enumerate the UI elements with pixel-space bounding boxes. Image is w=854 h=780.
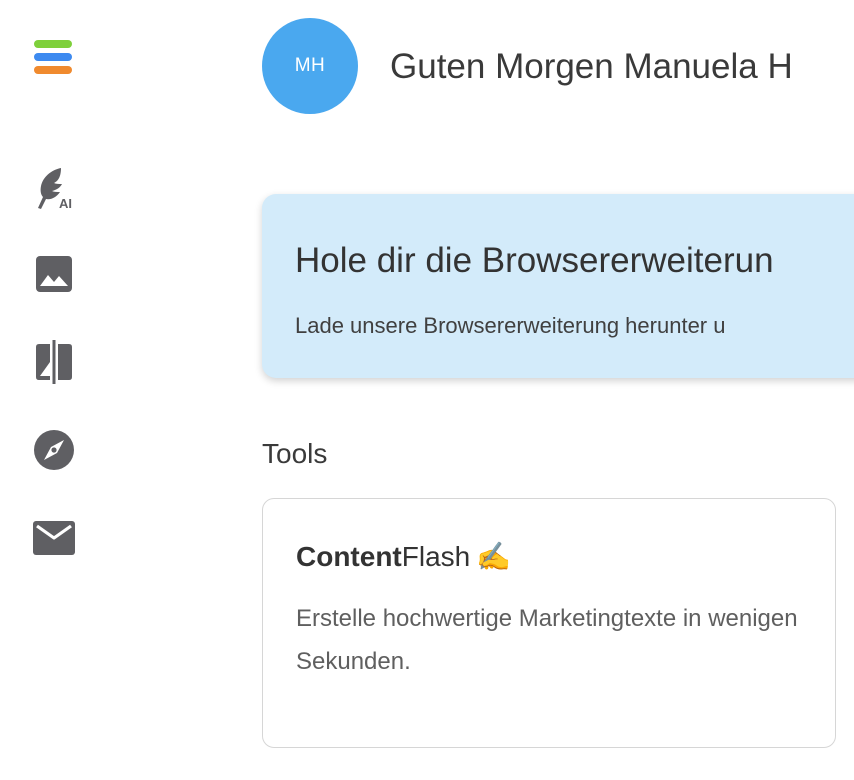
tool-card-description: Erstelle hochwertige Marketingtexte in w…	[296, 605, 798, 675]
logo-bar-blue	[34, 53, 72, 61]
greeting-title: Guten Morgen Manuela H	[390, 47, 793, 86]
ai-badge: AI	[59, 196, 72, 211]
logo-bar-green	[34, 40, 72, 48]
tool-title-rest: Flash	[401, 541, 471, 572]
tool-title-bold: Content	[296, 541, 402, 572]
banner-title: Hole dir die Browsererweiterun	[295, 241, 774, 280]
tool-card-contentflash[interactable]: ContentFlash ✍️ Erstelle hochwertige Mark…	[262, 498, 836, 748]
sidebar-item-explore[interactable]	[30, 426, 78, 474]
sidebar-item-ai-writer[interactable]: AI	[30, 164, 78, 212]
tools-section-title: Tools	[262, 438, 328, 469]
avatar[interactable]: MH	[262, 18, 358, 114]
compare-icon	[36, 340, 72, 384]
feather-ai-icon: AI	[38, 168, 72, 211]
app-page: AI MH Guten Morgen Manuela H Hole dir di…	[0, 0, 854, 780]
sidebar: AI	[0, 0, 108, 780]
avatar-initials: MH	[294, 55, 326, 76]
image-icon	[36, 256, 72, 292]
writing-hand-icon: ✍️	[476, 541, 512, 572]
banner-text: Lade unsere Browsererweiterung herunter …	[295, 313, 726, 338]
mail-icon	[33, 521, 75, 555]
sidebar-item-mail[interactable]	[30, 514, 78, 562]
browser-extension-banner[interactable]: Hole dir die Browsererweiterun Lade unse…	[262, 194, 854, 378]
menu-logo-icon[interactable]	[34, 40, 72, 78]
logo-bar-orange	[34, 66, 72, 74]
sidebar-item-compare[interactable]	[30, 338, 78, 386]
compass-icon	[34, 430, 74, 470]
tool-card-title: ContentFlash ✍️	[296, 539, 511, 575]
sidebar-item-images[interactable]	[30, 250, 78, 298]
